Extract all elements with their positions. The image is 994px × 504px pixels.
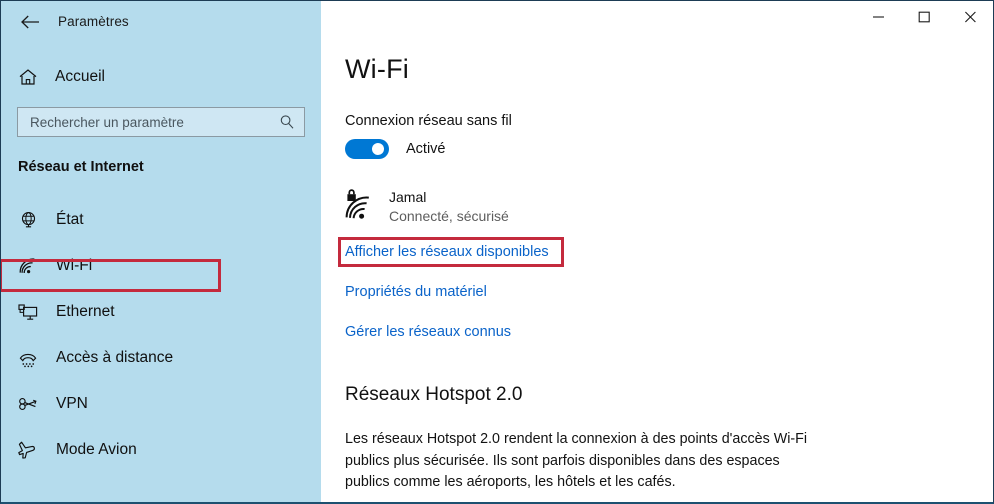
hotspot-section-body: Les réseaux Hotspot 2.0 rendent la conne… <box>345 431 808 490</box>
sidebar-item-ethernet[interactable]: Ethernet <box>1 296 321 328</box>
link-proprietes-du-materiel[interactable]: Propriétés du matériel <box>345 284 487 300</box>
sidebar-nav: État Wi-Fi Ethernet Accès à distance VPN… <box>1 204 321 480</box>
sidebar-item-home-label: Accueil <box>55 68 105 85</box>
network-status: Connecté, sécurisé <box>389 208 509 224</box>
wifi-secured-icon <box>343 187 377 225</box>
settings-window: Paramètres Accueil Réseau et Interne <box>0 0 994 504</box>
vpn-key-icon <box>16 392 40 416</box>
wifi-toggle[interactable] <box>345 139 389 159</box>
hotspot-section-title: Réseaux Hotspot 2.0 <box>345 384 523 405</box>
network-name: Jamal <box>389 189 427 205</box>
wifi-toggle-state-label: Activé <box>406 141 446 157</box>
connected-network[interactable]: Jamal Connecté, sécurisé <box>343 187 509 226</box>
window-controls <box>855 1 993 33</box>
connection-label: Connexion réseau sans fil <box>345 113 512 129</box>
ethernet-icon <box>16 300 40 324</box>
phone-dialup-icon <box>16 346 40 370</box>
sidebar-item-acces-a-distance-label: Accès à distance <box>56 349 174 366</box>
back-button[interactable] <box>15 7 45 37</box>
search-icon <box>274 114 300 130</box>
sidebar: Paramètres Accueil Réseau et Interne <box>1 1 321 502</box>
sidebar-item-ethernet-label: Ethernet <box>56 303 115 320</box>
link-afficher-les-reseaux-disponibles[interactable]: Afficher les réseaux disponibles <box>345 244 549 260</box>
close-button[interactable] <box>947 1 993 33</box>
sidebar-item-home[interactable]: Accueil <box>1 60 301 94</box>
sidebar-item-wi-fi-label: Wi-Fi <box>56 257 93 274</box>
sidebar-item-mode-avion[interactable]: Mode Avion <box>1 434 321 466</box>
sidebar-item-etat-label: État <box>56 211 84 228</box>
globe-monitor-icon <box>16 208 40 232</box>
main-content: Wi-Fi Connexion réseau sans fil Activé J… <box>321 1 993 502</box>
wifi-toggle-row: Activé <box>345 139 446 159</box>
sidebar-item-etat[interactable]: État <box>1 204 321 236</box>
home-icon <box>17 66 39 88</box>
app-title: Paramètres <box>58 14 129 29</box>
search-input[interactable] <box>18 114 274 130</box>
wifi-icon <box>16 254 40 278</box>
sidebar-item-wi-fi[interactable]: Wi-Fi <box>1 250 321 282</box>
sidebar-item-mode-avion-label: Mode Avion <box>56 441 137 458</box>
airplane-icon <box>16 438 40 462</box>
page-title: Wi-Fi <box>345 54 409 84</box>
sidebar-group-title: Réseau et Internet <box>18 159 144 175</box>
minimize-button[interactable] <box>855 1 901 33</box>
link-gerer-les-reseaux-connus[interactable]: Gérer les réseaux connus <box>345 324 511 340</box>
network-text: Jamal Connecté, sécurisé <box>389 187 509 226</box>
sidebar-item-acces-a-distance[interactable]: Accès à distance <box>1 342 321 374</box>
maximize-button[interactable] <box>901 1 947 33</box>
sidebar-item-vpn[interactable]: VPN <box>1 388 321 420</box>
sidebar-item-vpn-label: VPN <box>56 395 88 412</box>
search-box[interactable] <box>17 107 305 137</box>
toggle-knob <box>372 143 384 155</box>
titlebar-left: Paramètres <box>1 1 321 43</box>
